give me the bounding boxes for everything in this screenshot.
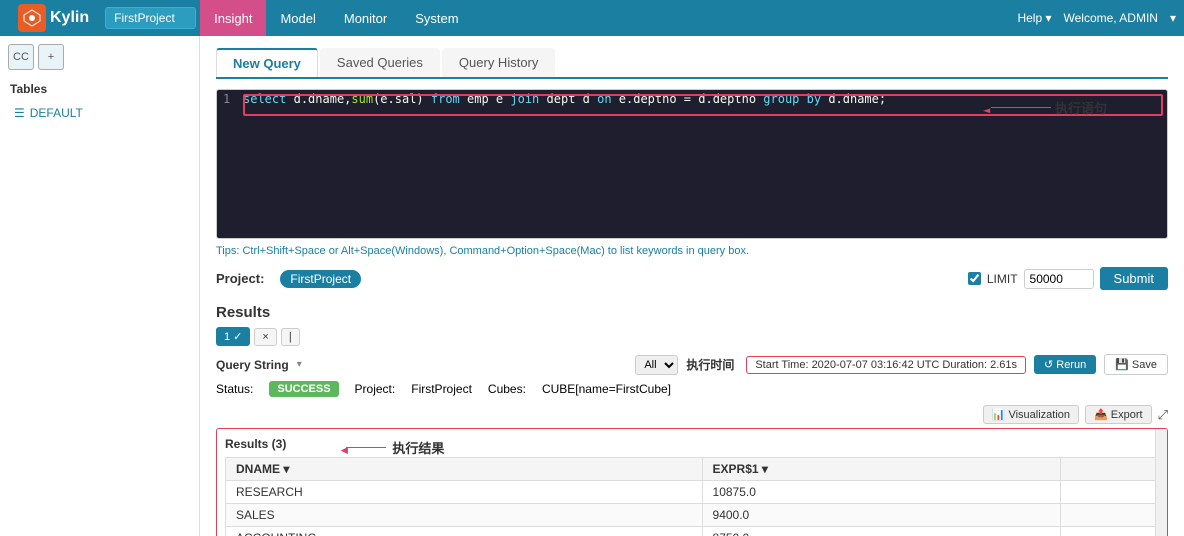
topnav-right: Help ▾ Welcome, ADMIN ▾ [1017, 11, 1176, 25]
info-row: Status: SUCCESS Project: FirstProject Cu… [216, 381, 1168, 397]
line-number: 1 [223, 92, 243, 106]
rerun-button[interactable]: ↺Rerun [1034, 355, 1096, 374]
main-layout: CC + Tables ☰ DEFAULT New Query Saved Qu… [0, 36, 1184, 536]
toolbar-btn-1[interactable]: 1 ✓ [216, 327, 250, 346]
table-icon: ☰ [14, 106, 25, 120]
table-row: SALES9400.0 [226, 504, 1159, 527]
results-table-box: Results (3) ◄ 执行结果 DNAME ▾ E [216, 428, 1168, 536]
chart-icon: 📊 [992, 409, 1006, 421]
query-tips: Tips: Ctrl+Shift+Space or Alt+Space(Wind… [216, 245, 1168, 257]
row-cubes-value: CUBE[name=FirstCube] [542, 382, 671, 396]
results-box-title: Results (3) [225, 437, 286, 451]
row-project-label: Project: [355, 382, 396, 396]
results-body: RESEARCH10875.0SALES9400.0ACCOUNTING8750… [226, 481, 1159, 536]
limit-input[interactable] [1024, 269, 1094, 289]
annotation-execute: ◄ 执行语句 [991, 98, 1107, 117]
project-row: Project: FirstProject LIMIT Submit [216, 267, 1168, 290]
nav-system[interactable]: System [401, 0, 472, 36]
time-info-box: Start Time: 2020-07-07 03:16:42 UTC Dura… [746, 356, 1026, 374]
results-table: DNAME ▾ EXPR$1 ▾ RESEARCH10875.0SALES940… [225, 457, 1159, 536]
row-status-label: Status: [216, 382, 253, 396]
query-string-chevron: ▾ [297, 359, 302, 370]
project-select[interactable]: FirstProject [105, 7, 196, 29]
status-select[interactable]: All [635, 355, 678, 375]
toolbar-btn-pipe[interactable]: | [281, 328, 300, 346]
main-content: New Query Saved Queries Query History 1 … [200, 36, 1184, 536]
limit-label: LIMIT [987, 272, 1018, 286]
viz-export-row: 📊 Visualization 📤 Export ⤢ [216, 405, 1168, 424]
nav-insight[interactable]: Insight [200, 0, 266, 36]
tab-saved-queries[interactable]: Saved Queries [320, 48, 440, 77]
annotation-results-text: 执行结果 [392, 438, 444, 457]
sidebar-item-label: DEFAULT [30, 106, 83, 120]
col-expr1: EXPR$1 ▾ [702, 458, 1060, 481]
status-time-row: Query String ▾ All 执行时间 Start Time: 2020… [216, 354, 1168, 375]
query-code: select d.dname,sum(e.sal) from emp e joi… [243, 92, 886, 106]
logo-text: Kylin [50, 9, 89, 27]
nav-model[interactable]: Model [266, 0, 329, 36]
row-cubes-label: Cubes: [488, 382, 526, 396]
col-empty [1060, 458, 1158, 481]
save-button[interactable]: 💾Save [1104, 354, 1168, 375]
welcome-label: Welcome, ADMIN [1064, 11, 1158, 25]
tables-section-title: Tables [8, 82, 191, 96]
col-dname: DNAME ▾ [226, 458, 703, 481]
project-label: Project: [216, 271, 264, 286]
table-header-row: DNAME ▾ EXPR$1 ▾ [226, 458, 1159, 481]
table-row: RESEARCH10875.0 [226, 481, 1159, 504]
toolbar-btn-x[interactable]: × [254, 328, 276, 346]
limit-checkbox[interactable] [968, 272, 981, 285]
annotation-time: 执行时间 [686, 356, 734, 373]
results-toolbar: 1 ✓ × | [216, 327, 1168, 346]
sidebar: CC + Tables ☰ DEFAULT [0, 36, 200, 536]
tab-new-query[interactable]: New Query [216, 48, 318, 77]
nav-monitor[interactable]: Monitor [330, 0, 401, 36]
export-icon: 📤 [1094, 409, 1108, 421]
scrollbar-track[interactable] [1155, 429, 1167, 536]
row-project-value: FirstProject [411, 382, 472, 396]
top-navigation: Kylin FirstProject Insight Model Monitor… [0, 0, 1184, 36]
query-tabs: New Query Saved Queries Query History [216, 48, 1168, 79]
project-value: FirstProject [280, 270, 361, 288]
table-row: ACCOUNTING8750.0 [226, 527, 1159, 536]
tab-query-history[interactable]: Query History [442, 48, 555, 77]
expand-button[interactable]: ⤢ [1158, 407, 1168, 423]
logo-icon [18, 4, 46, 32]
status-badge: SUCCESS [269, 381, 338, 397]
results-title: Results [216, 304, 1168, 321]
export-button[interactable]: 📤 Export [1085, 405, 1152, 424]
sidebar-add-button[interactable]: + [38, 44, 64, 70]
help-link[interactable]: Help ▾ [1017, 11, 1051, 25]
submit-button[interactable]: Submit [1100, 267, 1168, 290]
annotation-results-row: ◄ 执行结果 [346, 438, 444, 457]
sidebar-icons: CC + [8, 44, 191, 70]
sidebar-item-default[interactable]: ☰ DEFAULT [8, 102, 191, 124]
visualization-button[interactable]: 📊 Visualization [983, 405, 1079, 424]
query-editor[interactable]: 1 select d.dname,sum(e.sal) from emp e j… [216, 89, 1168, 239]
sidebar-cc-button[interactable]: CC [8, 44, 34, 70]
limit-row: LIMIT Submit [968, 267, 1168, 290]
query-string-label: Query String [216, 358, 289, 372]
logo: Kylin [8, 4, 99, 32]
